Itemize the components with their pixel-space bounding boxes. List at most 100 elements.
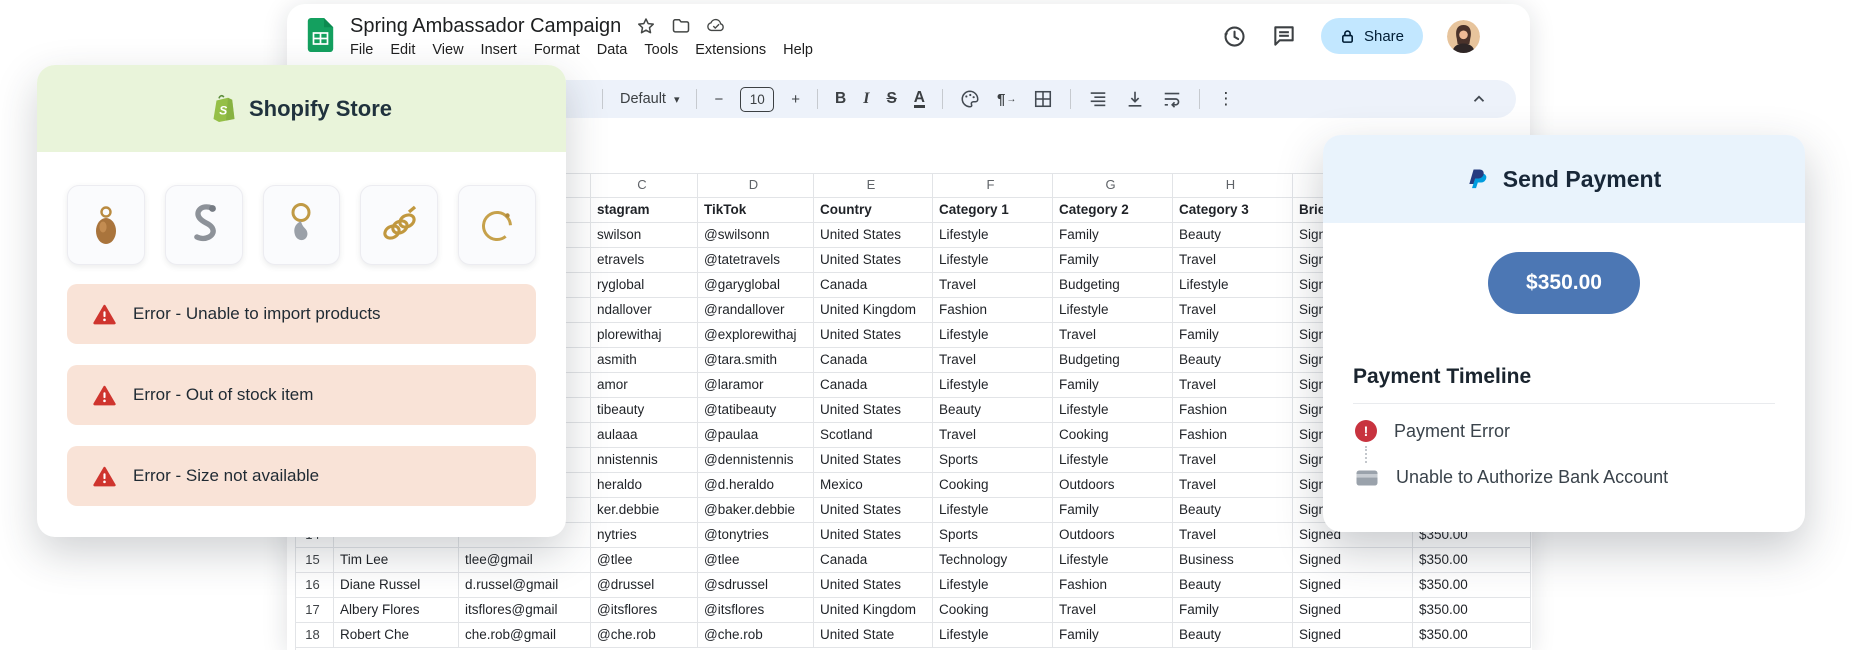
cell[interactable]: Beauty: [1173, 498, 1293, 523]
row-header-16[interactable]: 16: [296, 573, 334, 598]
product-image-2[interactable]: [165, 185, 243, 265]
cell[interactable]: Canada: [814, 348, 933, 373]
cell[interactable]: Outdoors: [1053, 473, 1173, 498]
cell[interactable]: @tatibeauty: [698, 398, 814, 423]
menu-item-tools[interactable]: Tools: [644, 42, 678, 58]
italic-button[interactable]: I: [863, 90, 869, 108]
cell[interactable]: Robert Che: [334, 623, 459, 648]
decrease-font-size-button[interactable]: −: [714, 91, 723, 108]
fill-color-button[interactable]: [960, 89, 980, 109]
bold-button[interactable]: B: [835, 90, 846, 108]
cell[interactable]: stagram: [591, 198, 698, 223]
share-button[interactable]: Share: [1321, 18, 1423, 54]
font-size-input[interactable]: 10: [740, 87, 774, 112]
cell[interactable]: Beauty: [1173, 348, 1293, 373]
cell[interactable]: Tim Lee: [334, 548, 459, 573]
cell[interactable]: ker.debbie: [591, 498, 698, 523]
cell[interactable]: Family: [1053, 248, 1173, 273]
cell[interactable]: Travel: [1053, 323, 1173, 348]
menu-item-extensions[interactable]: Extensions: [695, 42, 766, 58]
cell[interactable]: @tatetravels: [698, 248, 814, 273]
cell[interactable]: ndallover: [591, 298, 698, 323]
cell[interactable]: $350.00: [1413, 598, 1531, 623]
cell[interactable]: Lifestyle: [933, 573, 1053, 598]
cell[interactable]: itsflores@gmail: [459, 598, 591, 623]
cell[interactable]: Lifestyle: [1053, 448, 1173, 473]
menu-item-insert[interactable]: Insert: [481, 42, 517, 58]
menu-item-view[interactable]: View: [432, 42, 463, 58]
cell[interactable]: @che.rob: [698, 623, 814, 648]
cell[interactable]: @drussel: [591, 573, 698, 598]
doc-title[interactable]: Spring Ambassador Campaign: [350, 14, 621, 38]
cell[interactable]: @tlee: [698, 548, 814, 573]
cell[interactable]: Mexico: [814, 473, 933, 498]
cell[interactable]: @d.heraldo: [698, 473, 814, 498]
cell[interactable]: Fashion: [1053, 573, 1173, 598]
horizontal-align-button[interactable]: [1088, 89, 1108, 109]
cell[interactable]: tlee@gmail: [459, 548, 591, 573]
cell[interactable]: $350.00: [1413, 623, 1531, 648]
cell[interactable]: @tlee: [591, 548, 698, 573]
cell[interactable]: d.russel@gmail: [459, 573, 591, 598]
cell[interactable]: tibeauty: [591, 398, 698, 423]
cell[interactable]: @sdrussel: [698, 573, 814, 598]
cell[interactable]: Lifestyle: [1053, 298, 1173, 323]
more-options-icon[interactable]: ⋮: [1217, 89, 1234, 109]
row-header-17[interactable]: 17: [296, 598, 334, 623]
cell[interactable]: nnistennis: [591, 448, 698, 473]
cell[interactable]: Category 1: [933, 198, 1053, 223]
cell[interactable]: $350.00: [1413, 573, 1531, 598]
column-header-G[interactable]: G: [1053, 174, 1173, 198]
cell[interactable]: Lifestyle: [933, 223, 1053, 248]
cell[interactable]: @tara.smith: [698, 348, 814, 373]
cell[interactable]: Lifestyle: [1053, 548, 1173, 573]
cell[interactable]: Budgeting: [1053, 348, 1173, 373]
cloud-saved-icon[interactable]: [706, 16, 726, 36]
cell[interactable]: @laramor: [698, 373, 814, 398]
cell[interactable]: Travel: [1173, 523, 1293, 548]
cell[interactable]: Signed: [1293, 548, 1413, 573]
avatar[interactable]: [1447, 20, 1480, 53]
cell[interactable]: amor: [591, 373, 698, 398]
cell[interactable]: @paulaa: [698, 423, 814, 448]
cell[interactable]: Travel: [1173, 248, 1293, 273]
cell[interactable]: Lifestyle: [933, 248, 1053, 273]
cell[interactable]: Diane Russel: [334, 573, 459, 598]
cell[interactable]: Outdoors: [1053, 523, 1173, 548]
cell[interactable]: Beauty: [1173, 573, 1293, 598]
comment-icon[interactable]: [1271, 23, 1297, 49]
column-header-D[interactable]: D: [698, 174, 814, 198]
cell[interactable]: @randallover: [698, 298, 814, 323]
cell[interactable]: Family: [1053, 498, 1173, 523]
cell[interactable]: Scotland: [814, 423, 933, 448]
payment-amount-button[interactable]: $350.00: [1488, 252, 1640, 314]
menu-item-file[interactable]: File: [350, 42, 373, 58]
cell[interactable]: Canada: [814, 273, 933, 298]
cell[interactable]: Fashion: [933, 298, 1053, 323]
cell[interactable]: United States: [814, 248, 933, 273]
cell[interactable]: @swilsonn: [698, 223, 814, 248]
font-style-dropdown[interactable]: Default ▾: [620, 91, 679, 107]
cell[interactable]: United States: [814, 523, 933, 548]
cell[interactable]: Fashion: [1173, 423, 1293, 448]
cell[interactable]: nytries: [591, 523, 698, 548]
cell[interactable]: United States: [814, 223, 933, 248]
cell[interactable]: Signed: [1293, 573, 1413, 598]
text-wrap-button[interactable]: [1162, 89, 1182, 109]
column-header-F[interactable]: F: [933, 174, 1053, 198]
product-image-4[interactable]: [360, 185, 438, 265]
cell[interactable]: Lifestyle: [933, 623, 1053, 648]
cell[interactable]: Lifestyle: [1053, 398, 1173, 423]
column-header-C[interactable]: C: [591, 174, 698, 198]
cell[interactable]: Travel: [1173, 473, 1293, 498]
cell[interactable]: @che.rob: [591, 623, 698, 648]
cell[interactable]: United States: [814, 448, 933, 473]
move-folder-icon[interactable]: [671, 16, 691, 36]
cell[interactable]: @garyglobal: [698, 273, 814, 298]
cell[interactable]: @tonytries: [698, 523, 814, 548]
vertical-align-button[interactable]: [1125, 89, 1145, 109]
cell[interactable]: Fashion: [1173, 398, 1293, 423]
cell[interactable]: Family: [1053, 373, 1173, 398]
cell[interactable]: $350.00: [1413, 548, 1531, 573]
borders-button[interactable]: [1033, 89, 1053, 109]
